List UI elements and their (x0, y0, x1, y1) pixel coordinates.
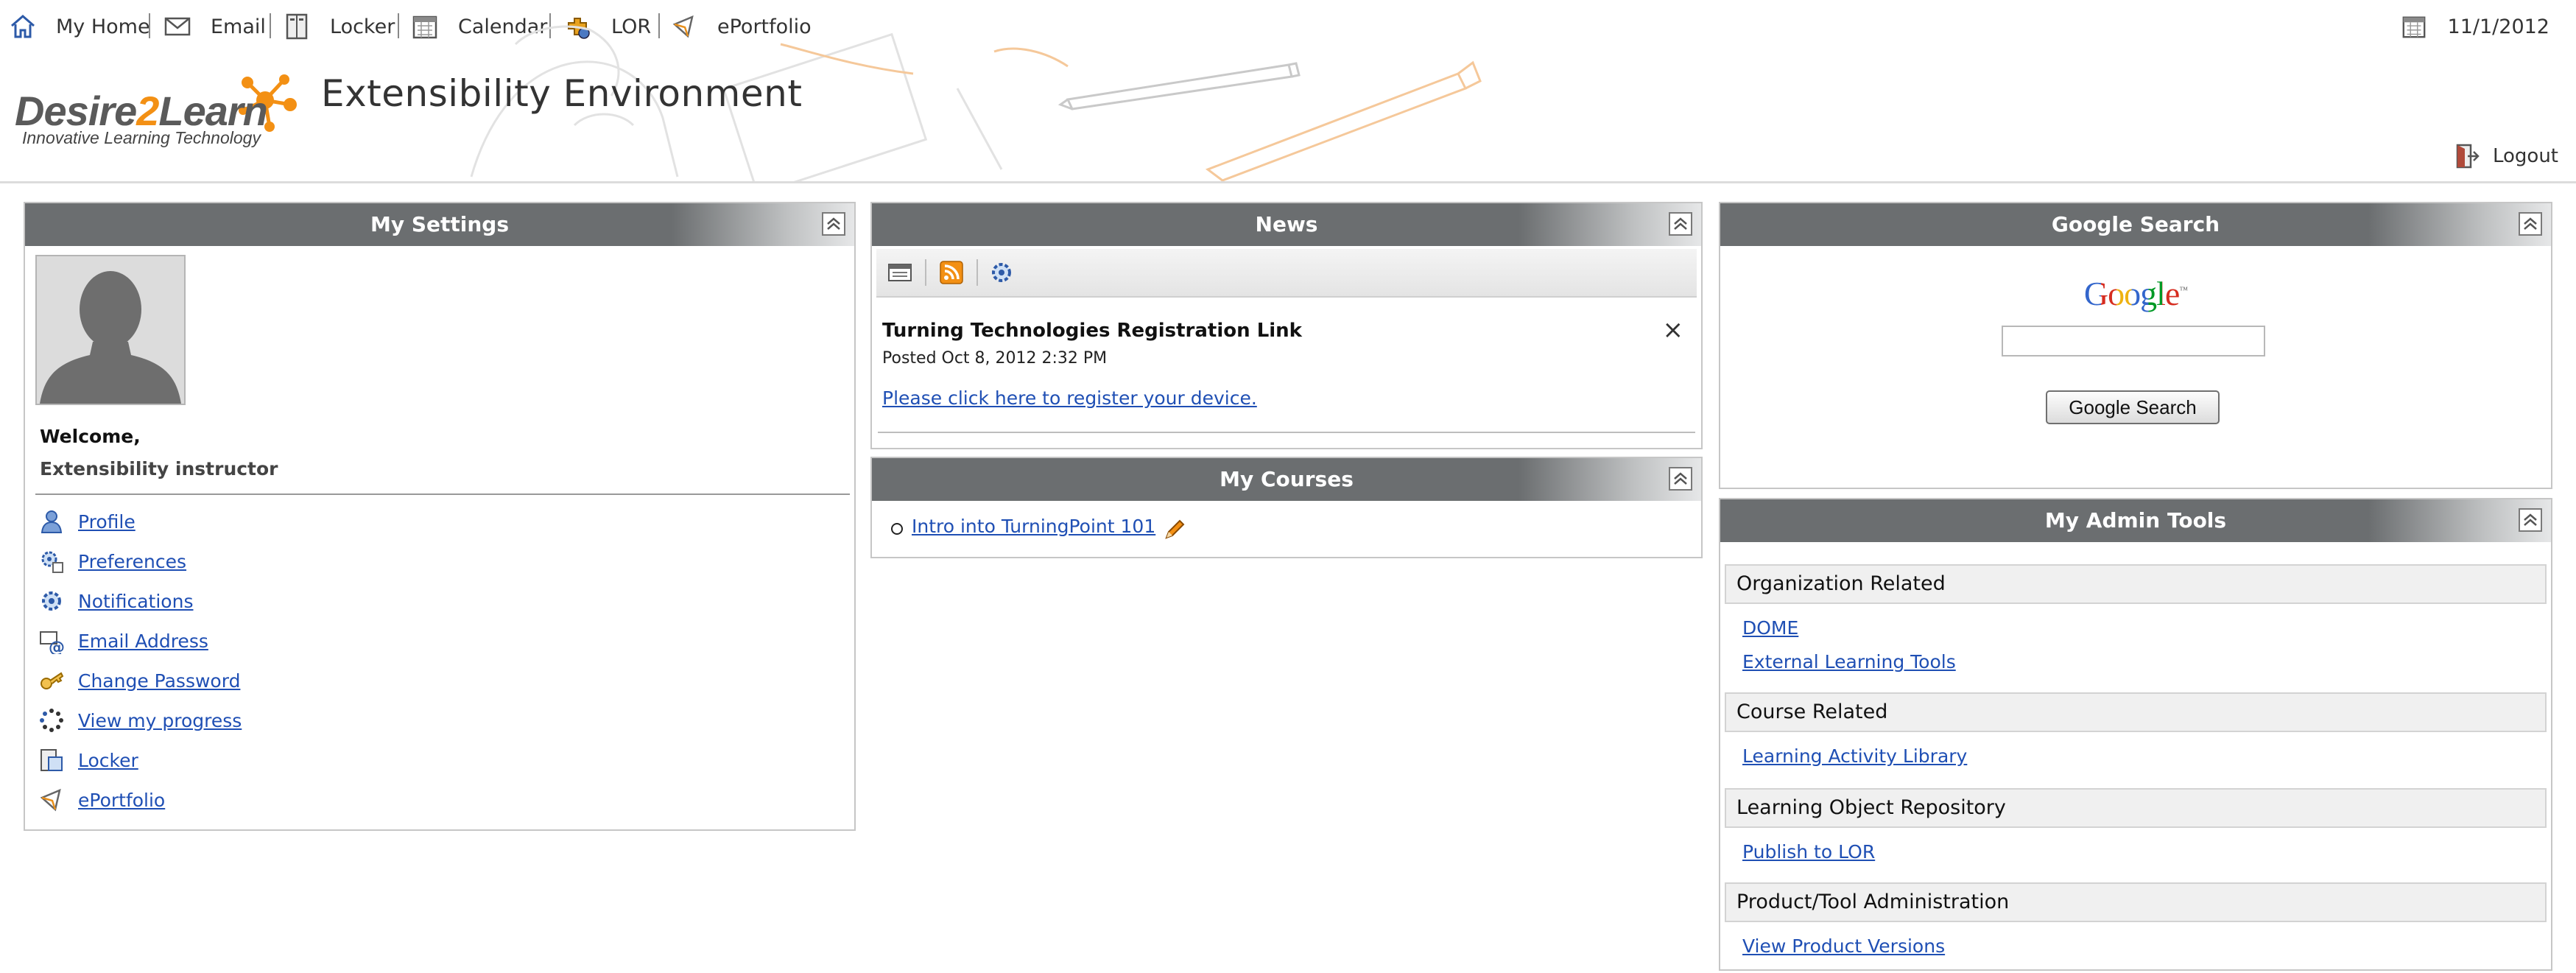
toolbar-separator (976, 259, 978, 286)
logout-button[interactable]: Logout (2453, 140, 2558, 172)
avatar (35, 255, 186, 405)
news-toolbar (876, 249, 1697, 298)
site-title: Extensibility Environment (321, 72, 803, 115)
widget-title: My Courses (1220, 467, 1354, 491)
rss-icon[interactable] (938, 259, 965, 286)
list-bullet (891, 523, 903, 535)
desire2learn-logo: Desire2Learn Innovative Learning Technol… (12, 69, 297, 150)
settings-link-eportfolio[interactable]: ePortfolio (38, 785, 165, 815)
settings-link-preferences[interactable]: Preferences (38, 547, 186, 576)
settings-link-label[interactable]: Locker (78, 750, 138, 771)
progress-icon (40, 709, 63, 732)
preferences-icon (41, 551, 63, 573)
key-icon (41, 672, 64, 689)
collapse-chevron-icon (1674, 472, 1687, 485)
profile-icon (41, 510, 63, 533)
collapse-button[interactable] (1669, 212, 1692, 236)
welcome-label: Welcome, (40, 426, 141, 447)
collapse-chevron-icon (2524, 217, 2537, 230)
collapse-button[interactable] (2519, 212, 2542, 236)
user-name: Extensibility instructor (40, 458, 278, 480)
admin-link-view-product-versions[interactable]: View Product Versions (1742, 935, 1945, 957)
site-header: Desire2Learn Innovative Learning Technol… (0, 25, 2576, 183)
svg-text:@: @ (49, 639, 65, 654)
google-logo-text: Google (2083, 275, 2180, 312)
logout-icon (2456, 144, 2480, 169)
course-link[interactable]: Intro into TurningPoint 101 (912, 516, 1155, 537)
my-courses-widget: My Courses Intro into TurningPoint 101 (870, 457, 1703, 558)
admin-link-learning-activity-library[interactable]: Learning Activity Library (1742, 745, 1967, 767)
logo-tagline: Innovative Learning Technology (22, 128, 261, 147)
divider (35, 493, 850, 495)
logout-label: Logout (2492, 145, 2558, 167)
settings-link-view-my-progress[interactable]: View my progress (38, 706, 242, 735)
news-widget: News Turning Technologies Registration L… (870, 202, 1703, 449)
widget-title: Google Search (2051, 212, 2220, 236)
google-search-button[interactable]: Google Search (2046, 390, 2220, 424)
news-header: News (872, 203, 1701, 246)
settings-link-label[interactable]: Profile (78, 511, 136, 533)
google-search-widget: Google Search Google™ Google Search (1719, 202, 2552, 489)
widget-title: My Settings (370, 212, 510, 236)
settings-link-label[interactable]: Notifications (78, 591, 193, 612)
google-search-input[interactable] (2002, 326, 2265, 356)
admin-section-course-related: Course Related (1725, 692, 2547, 732)
header-divider (0, 181, 2576, 183)
my-settings-header: My Settings (25, 203, 854, 246)
divider (878, 432, 1695, 433)
admin-link-dome[interactable]: DOME (1742, 617, 1798, 639)
my-settings-widget: My Settings Welcome, Extensibility instr… (24, 202, 856, 831)
collapse-button[interactable] (2519, 508, 2542, 532)
settings-link-email-address[interactable]: @ Email Address (38, 626, 208, 656)
news-item-posted-date: Posted Oct 8, 2012 2:32 PM (882, 349, 1108, 368)
google-logo: Google™ (1720, 274, 2551, 313)
news-list-icon[interactable] (887, 259, 913, 286)
admin-section-organization-related: Organization Related (1725, 564, 2547, 604)
locker-icon (41, 749, 63, 771)
my-admin-tools-header: My Admin Tools (1720, 499, 2551, 542)
collapse-chevron-icon (2524, 513, 2537, 526)
widget-title: My Admin Tools (2044, 508, 2227, 533)
admin-link-publish-to-lor[interactable]: Publish to LOR (1742, 841, 1875, 863)
news-item-link[interactable]: Please click here to register your devic… (882, 387, 1257, 409)
collapse-chevron-icon (1674, 217, 1687, 230)
notifications-icon (42, 591, 61, 611)
dismiss-news-button[interactable]: × (1663, 315, 1684, 345)
widget-title: News (1255, 212, 1318, 236)
settings-link-locker[interactable]: Locker (38, 745, 138, 775)
collapse-chevron-icon (827, 217, 840, 230)
collapse-button[interactable] (822, 212, 845, 236)
settings-link-change-password[interactable]: Change Password (38, 666, 240, 695)
google-logo-tm: ™ (2179, 284, 2188, 295)
collapse-button[interactable] (1669, 467, 1692, 491)
admin-section-learning-object-repository: Learning Object Repository (1725, 788, 2547, 828)
settings-link-notifications[interactable]: Notifications (38, 586, 193, 616)
admin-section-product-tool-administration: Product/Tool Administration (1725, 882, 2547, 922)
eportfolio-icon (40, 788, 61, 812)
settings-link-label[interactable]: Email Address (78, 630, 208, 652)
settings-link-label[interactable]: View my progress (78, 710, 242, 731)
toolbar-separator (925, 259, 926, 286)
settings-link-profile[interactable]: Profile (38, 507, 136, 536)
default-avatar-icon (37, 256, 184, 404)
google-search-header: Google Search (1720, 203, 2551, 246)
settings-gear-icon[interactable] (988, 259, 1015, 286)
email-address-icon: @ (40, 631, 65, 654)
settings-link-label[interactable]: Preferences (78, 551, 186, 572)
my-admin-tools-widget: My Admin Tools Organization Related DOME… (1719, 498, 2552, 971)
admin-link-external-learning-tools[interactable]: External Learning Tools (1742, 651, 1956, 672)
settings-link-label[interactable]: Change Password (78, 670, 240, 692)
settings-link-label[interactable]: ePortfolio (78, 790, 165, 811)
pencil-icon[interactable] (1162, 517, 1187, 542)
news-item-title: Turning Technologies Registration Link (882, 320, 1302, 342)
my-courses-header: My Courses (872, 458, 1701, 501)
